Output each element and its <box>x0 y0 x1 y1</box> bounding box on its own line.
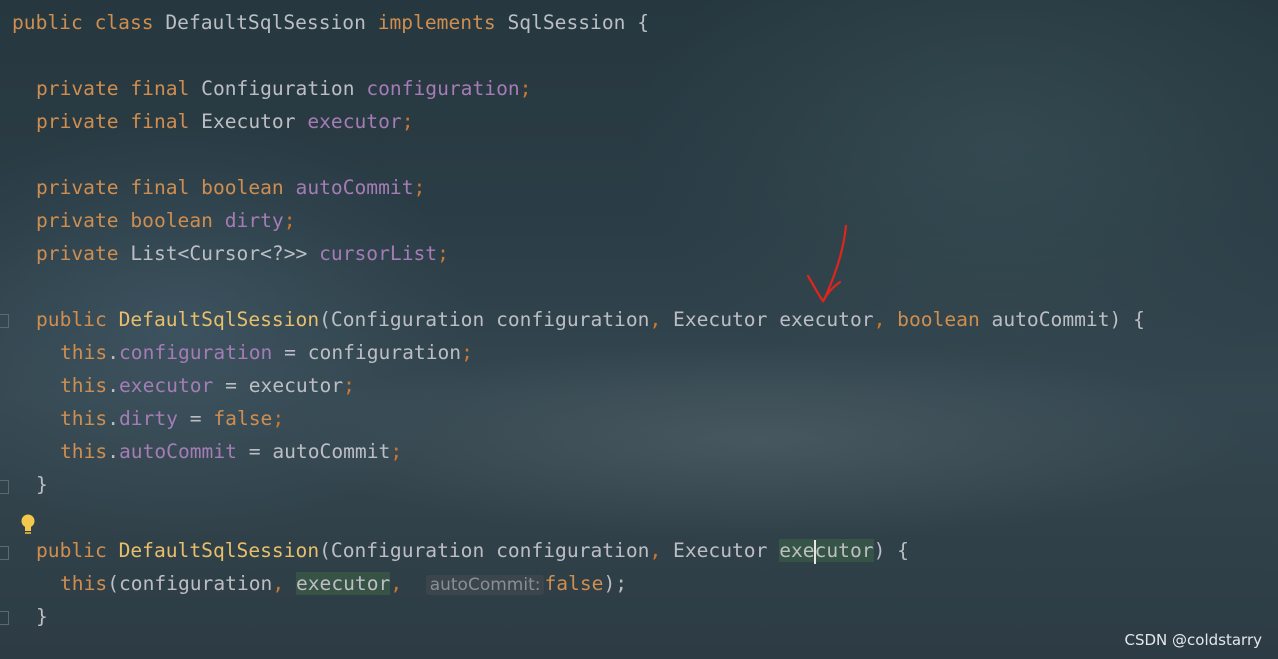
fold-marker[interactable] <box>0 546 9 560</box>
fold-marker[interactable] <box>0 314 9 328</box>
keyword: public <box>36 539 107 562</box>
field-type: Executor <box>201 110 296 133</box>
field-ref: autoCommit <box>118 440 237 463</box>
constructor-name: DefaultSqlSession <box>118 308 320 331</box>
parameter-type: Executor <box>673 539 768 562</box>
field-name: dirty <box>224 209 284 232</box>
field-line[interactable]: private final Configuration configuratio… <box>36 72 531 105</box>
interface-name: SqlSession <box>507 11 626 34</box>
parameter: autoCommit) { <box>991 308 1145 331</box>
field-type: boolean <box>201 176 284 199</box>
semicolon: ; <box>437 242 449 265</box>
argument: (configuration <box>107 572 273 595</box>
keyword: this <box>60 374 108 397</box>
comma: , <box>873 308 886 331</box>
comma: , <box>272 572 285 595</box>
code-editor[interactable]: public class DefaultSqlSession implement… <box>0 0 1278 659</box>
parameter: (Configuration configuration <box>319 539 650 562</box>
semicolon: ; <box>390 440 403 463</box>
semicolon: ; <box>461 341 473 364</box>
argument: false <box>544 572 604 595</box>
keyword: public <box>36 308 107 331</box>
parameter: ) { <box>873 539 909 562</box>
lightbulb-icon[interactable] <box>20 514 36 536</box>
brace: { <box>637 11 650 34</box>
closing-brace-line[interactable]: } <box>36 600 48 633</box>
field-line[interactable]: private boolean dirty; <box>36 204 296 237</box>
statement-line[interactable]: this(configuration, executor, autoCommit… <box>60 567 627 600</box>
parameter-part: exe <box>779 539 815 562</box>
value: executor <box>248 374 344 397</box>
semicolon: ; <box>401 110 414 133</box>
value: configuration <box>307 341 462 364</box>
field-type: List<Cursor<?>> <box>130 242 308 265</box>
parameter-part: cutor <box>814 539 874 562</box>
keyword: class <box>94 11 154 34</box>
value: false <box>213 407 273 430</box>
keyword: this <box>60 440 108 463</box>
modifiers: private final <box>36 176 190 199</box>
field-name: configuration <box>366 77 520 100</box>
comma: , <box>390 572 403 595</box>
semicolon: ; <box>272 407 285 430</box>
keyword: this <box>60 407 108 430</box>
parameter: Executor executor <box>673 308 874 331</box>
brace: } <box>36 473 48 496</box>
semicolon: ; <box>413 176 426 199</box>
keyword: implements <box>377 11 496 34</box>
modifiers: private final <box>36 110 190 133</box>
inlay-hint: autoCommit: <box>425 575 545 595</box>
annotation-arrow-icon <box>806 224 848 304</box>
constructor-name: DefaultSqlSession <box>118 539 320 562</box>
punctuation: ); <box>603 572 628 595</box>
field-ref: dirty <box>118 407 178 430</box>
semicolon: ; <box>519 77 532 100</box>
constructor-signature-line[interactable]: public DefaultSqlSession(Configuration c… <box>36 534 909 567</box>
statement-line[interactable]: this.dirty = false; <box>60 402 284 435</box>
highlighted-argument[interactable]: executor <box>295 572 391 595</box>
closing-brace-line[interactable]: } <box>36 468 48 501</box>
field-name: executor <box>307 110 402 133</box>
comma: , <box>649 308 662 331</box>
field-line[interactable]: private final Executor executor; <box>36 105 414 138</box>
highlighted-parameter[interactable]: executor <box>779 539 874 564</box>
field-type: Configuration <box>201 77 355 100</box>
comma: , <box>649 539 662 562</box>
semicolon: ; <box>343 374 355 397</box>
value: autoCommit <box>272 440 391 463</box>
field-line[interactable]: private List<Cursor<?>> cursorList; <box>36 237 449 270</box>
field-ref: configuration <box>118 341 273 364</box>
statement-line[interactable]: this.autoCommit = autoCommit; <box>60 435 402 468</box>
parameter: (Configuration configuration <box>319 308 650 331</box>
semicolon: ; <box>283 209 296 232</box>
modifiers: private <box>36 242 119 265</box>
class-name: DefaultSqlSession <box>165 11 366 34</box>
modifiers: private <box>36 209 119 232</box>
keyword: boolean <box>897 308 980 331</box>
modifiers: private final <box>36 77 190 100</box>
field-name: cursorList <box>319 242 438 265</box>
statement-line[interactable]: this.executor = executor; <box>60 369 355 402</box>
watermark: CSDN @coldstarry <box>1124 631 1262 649</box>
field-type: boolean <box>130 209 213 232</box>
fold-marker[interactable] <box>0 611 9 625</box>
brace: } <box>36 605 48 628</box>
field-name: autoCommit <box>295 176 414 199</box>
keyword: this <box>60 572 108 595</box>
statement-line[interactable]: this.configuration = configuration; <box>60 336 473 369</box>
class-declaration-line[interactable]: public class DefaultSqlSession implement… <box>12 6 649 39</box>
field-ref: executor <box>118 374 214 397</box>
keyword: public <box>12 11 83 34</box>
keyword: this <box>60 341 108 364</box>
constructor-signature-line[interactable]: public DefaultSqlSession(Configuration c… <box>36 303 1145 336</box>
field-line[interactable]: private final boolean autoCommit; <box>36 171 425 204</box>
fold-marker[interactable] <box>0 480 9 494</box>
